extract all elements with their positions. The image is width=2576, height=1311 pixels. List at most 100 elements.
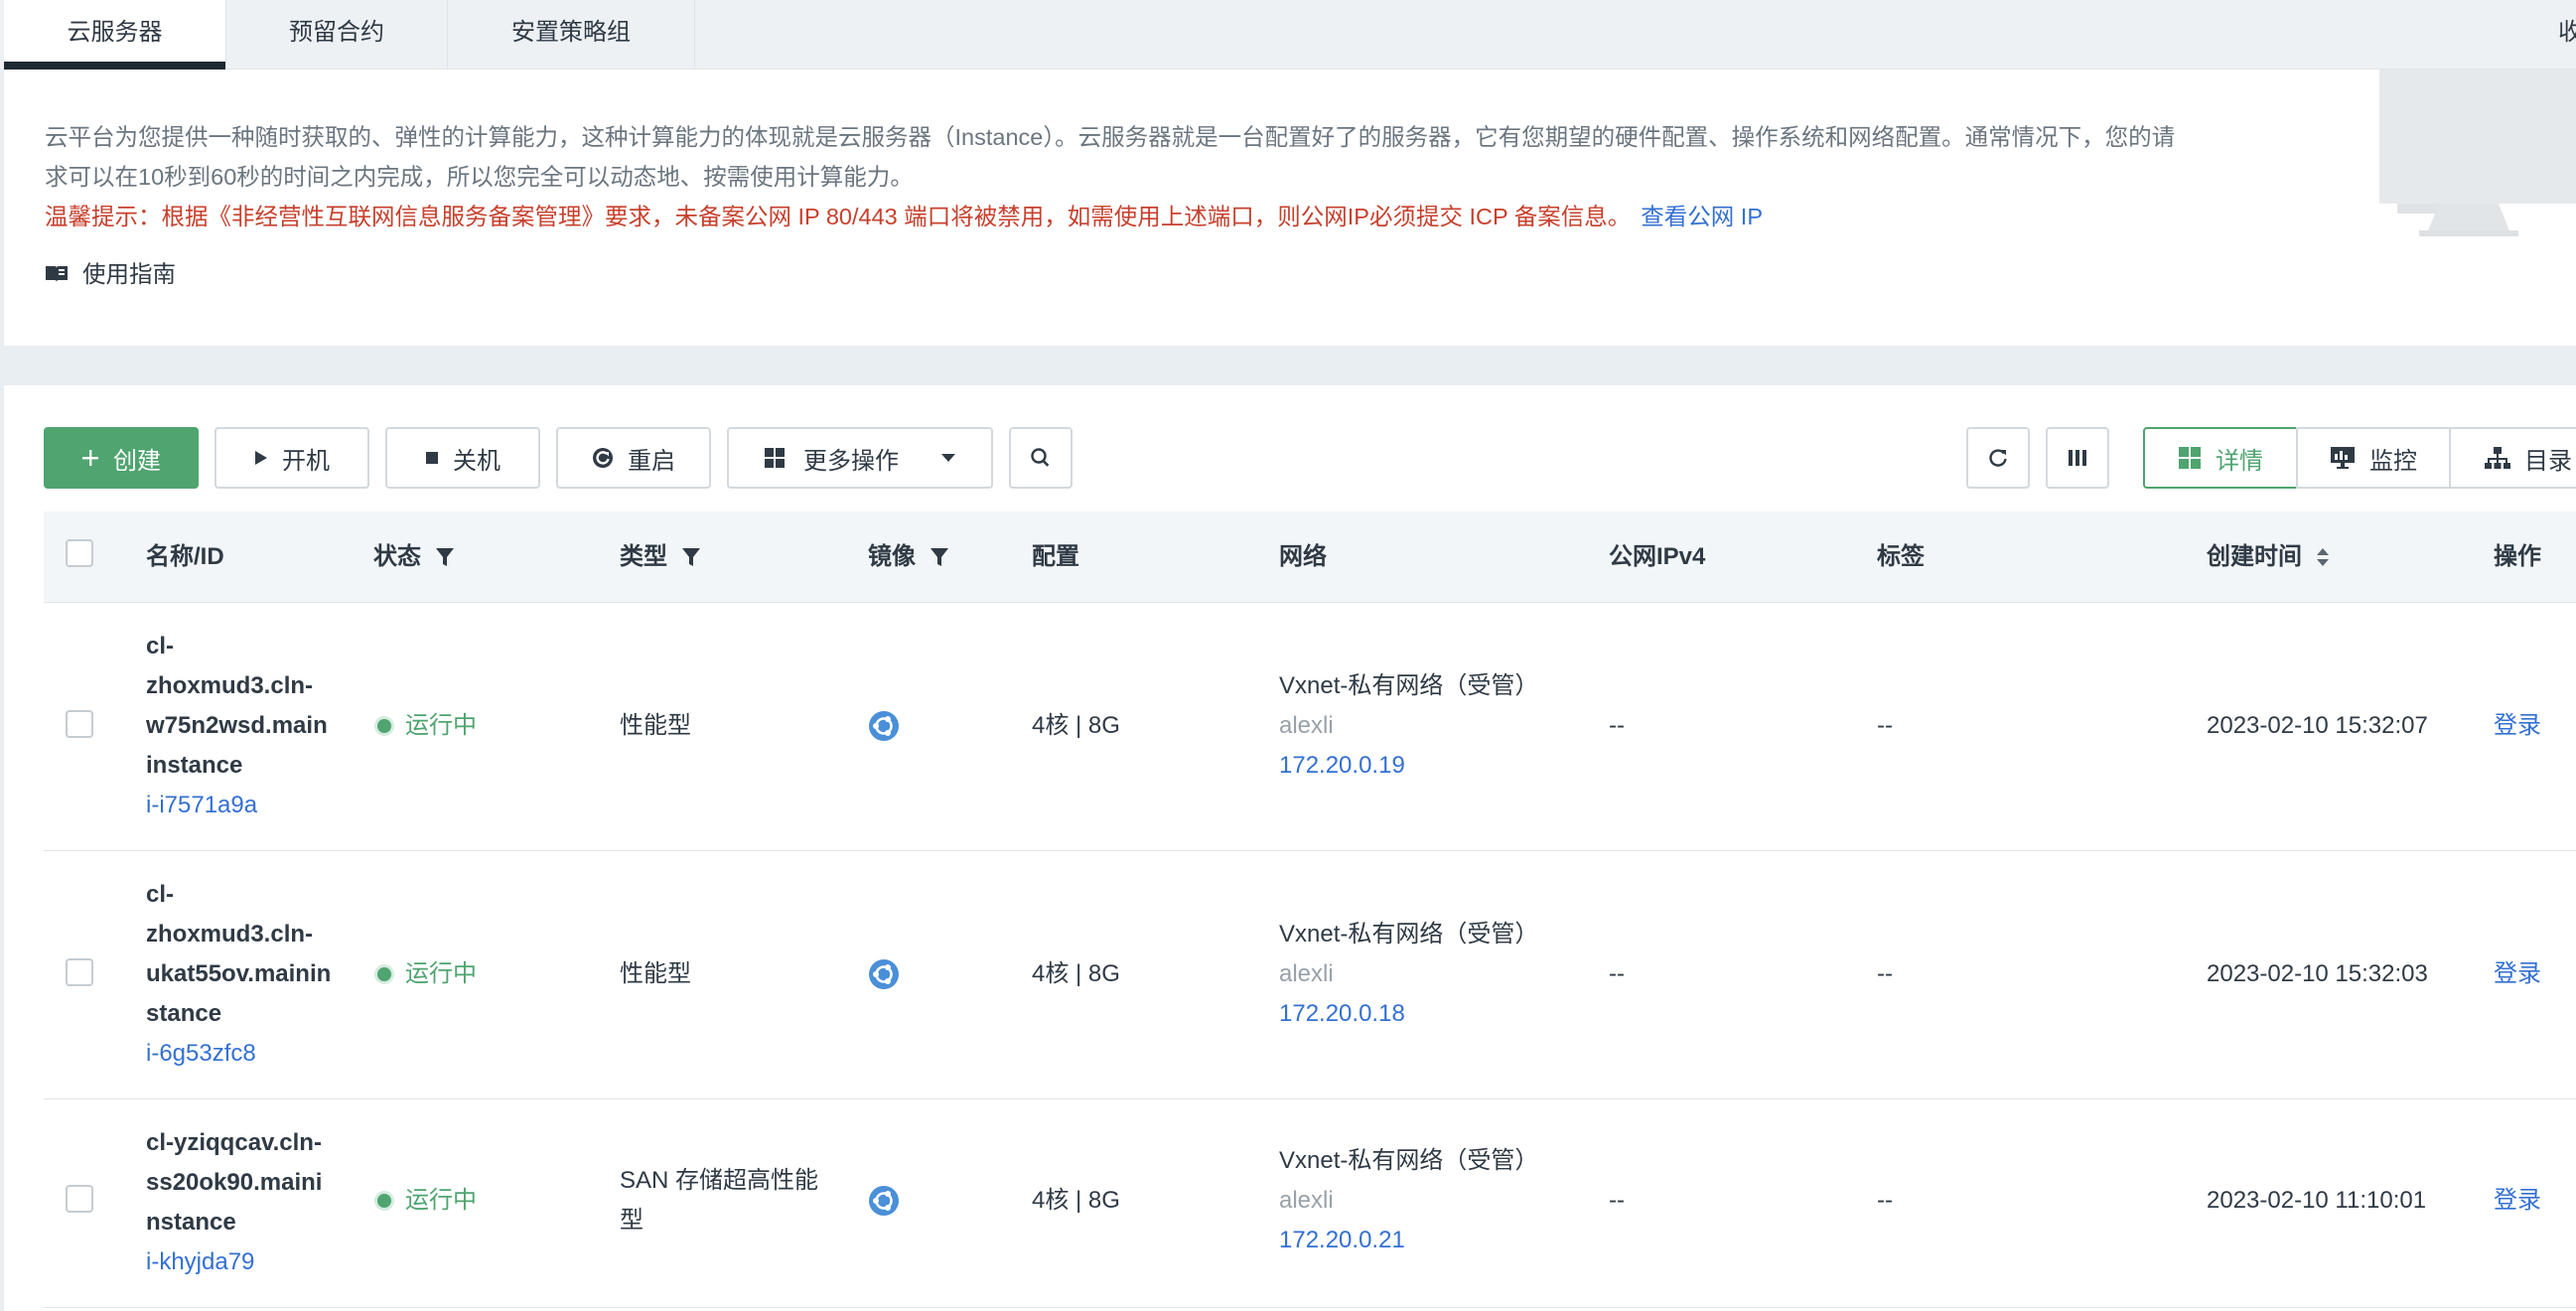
column-header-status: 状态 [373, 511, 455, 603]
tags-cell: -- [1877, 712, 1893, 739]
filter-icon[interactable] [930, 546, 949, 568]
filter-icon[interactable] [681, 546, 701, 568]
sort-icon[interactable] [2316, 546, 2330, 568]
more-actions-dropdown[interactable]: 更多操作 [727, 427, 993, 489]
status-text: 运行中 [405, 712, 477, 739]
instance-id-link[interactable]: i-6g53zfc8 [146, 1034, 331, 1074]
column-header-actions: 操作 [2494, 511, 2541, 603]
intro-description: 云平台为您提供一种随时获取的、弹性的计算能力，这种计算能力的体现就是云服务器（I… [45, 117, 2259, 197]
instance-name[interactable]: cl-yziqqcav.cln- ss20ok90.maini nstance [146, 1123, 322, 1242]
status-text: 运行中 [405, 960, 477, 987]
instance-name-cell: cl- zhoxmud3.cln- w75n2wsd.main instance… [146, 627, 328, 825]
refresh-button[interactable] [1966, 427, 2030, 489]
tab-label: 预留合约 [289, 19, 384, 46]
intro-desc-line: 云平台为您提供一种随时获取的、弹性的计算能力，这种计算能力的体现就是云服务器（I… [45, 124, 2176, 150]
row-checkbox[interactable] [66, 1185, 93, 1213]
collapse-toggle[interactable]: 收 [2558, 0, 2576, 68]
status-cell: 运行中 [377, 706, 477, 746]
ipv4-cell: -- [1609, 712, 1625, 739]
monitor-view-button[interactable]: 监控 [2296, 427, 2451, 489]
search-button[interactable] [1009, 427, 1073, 489]
instance-id-link[interactable]: i-i7571a9a [146, 786, 328, 825]
column-header-label: 操作 [2494, 543, 2541, 570]
config-cell: 4核 | 8G [1032, 712, 1120, 739]
tab-cloud-servers[interactable]: 云服务器 [4, 0, 226, 70]
config-cell: 4核 | 8G [1032, 960, 1120, 987]
instance-name[interactable]: cl- zhoxmud3.cln- w75n2wsd.main instance [146, 627, 328, 786]
image-cell [868, 954, 900, 994]
column-header-label: 标签 [1877, 543, 1925, 570]
usage-guide-link[interactable]: 使用指南 [45, 254, 176, 294]
book-icon [46, 266, 68, 282]
ipv4-cell: -- [1609, 1187, 1625, 1214]
start-button[interactable]: 开机 [215, 427, 369, 489]
image-cell [868, 706, 900, 746]
config-cell: 4核 | 8G [1032, 1187, 1120, 1214]
column-header-label: 镜像 [868, 543, 916, 570]
private-ip-link[interactable]: 172.20.0.19 [1279, 746, 1538, 786]
network-user: alexli [1279, 1187, 1334, 1214]
play-icon [254, 450, 268, 466]
ubuntu-os-icon[interactable] [868, 958, 900, 990]
restart-icon [592, 447, 614, 469]
restart-button[interactable]: 重启 [556, 427, 711, 489]
network-name: Vxnet-私有网络（受管） [1279, 672, 1539, 699]
running-status-dot [377, 967, 391, 981]
restart-button-label: 重启 [628, 447, 675, 475]
tags-cell: -- [1877, 1187, 1893, 1214]
tags-cell: -- [1877, 960, 1893, 987]
created-time-cell: 2023-02-10 11:10:01 [2207, 1187, 2427, 1214]
network-cell: Vxnet-私有网络（受管） alexli 172.20.0.21 [1279, 1141, 1538, 1260]
more-actions-label: 更多操作 [803, 447, 899, 475]
type-cell: SAN 存储超高性能 型 [620, 1161, 818, 1240]
row-checkbox[interactable] [66, 958, 93, 986]
create-button[interactable]: 创建 [44, 427, 199, 489]
columns-icon [2068, 448, 2087, 468]
column-header-created[interactable]: 创建时间 [2207, 511, 2330, 603]
sitemap-icon [2485, 446, 2510, 470]
type-cell: 性能型 [620, 712, 691, 739]
catalog-view-button[interactable]: 目录 [2449, 427, 2576, 489]
instance-name[interactable]: cl- zhoxmud3.cln- ukat55ov.mainin stance [146, 875, 331, 1034]
running-status-dot [377, 719, 391, 733]
instance-name-cell: cl-yziqqcav.cln- ss20ok90.maini nstance … [146, 1123, 322, 1282]
ubuntu-os-icon[interactable] [868, 1185, 900, 1217]
column-header-type: 类型 [620, 511, 701, 603]
tab-placement-groups[interactable]: 安置策略组 [448, 0, 695, 68]
caret-down-icon [940, 453, 956, 463]
view-public-ip-link[interactable]: 查看公网 IP [1641, 204, 1763, 229]
column-settings-button[interactable] [2046, 427, 2109, 489]
private-ip-link[interactable]: 172.20.0.21 [1279, 1221, 1538, 1260]
running-status-dot [377, 1194, 391, 1208]
private-ip-link[interactable]: 172.20.0.18 [1279, 994, 1538, 1034]
login-link[interactable]: 登录 [2494, 954, 2541, 994]
refresh-icon [1987, 447, 2009, 469]
created-time-cell: 2023-02-10 15:32:03 [2207, 960, 2428, 987]
ubuntu-os-icon[interactable] [868, 710, 900, 742]
status-cell: 运行中 [377, 1181, 477, 1221]
search-icon [1030, 447, 1052, 469]
stop-button[interactable]: 关机 [385, 427, 540, 489]
row-checkbox[interactable] [66, 710, 93, 738]
column-header-name: 名称/ID [146, 511, 224, 603]
instance-id-link[interactable]: i-khyjda79 [146, 1242, 322, 1282]
network-cell: Vxnet-私有网络（受管） alexli 172.20.0.19 [1279, 666, 1538, 786]
catalog-view-label: 目录 [2524, 447, 2572, 475]
table-row: cl- zhoxmud3.cln- ukat55ov.mainin stance… [44, 851, 2576, 1099]
network-name: Vxnet-私有网络（受管） [1279, 1147, 1539, 1174]
filter-icon[interactable] [435, 546, 455, 568]
select-all-checkbox[interactable] [66, 539, 93, 567]
image-cell [868, 1181, 900, 1221]
instance-name-cell: cl- zhoxmud3.cln- ukat55ov.mainin stance… [146, 875, 331, 1074]
grid-icon [764, 447, 786, 469]
active-tab-indicator [4, 62, 225, 70]
login-link[interactable]: 登录 [2494, 1181, 2541, 1221]
details-view-button[interactable]: 详情 [2143, 427, 2298, 489]
monitor-chart-icon [2330, 446, 2356, 470]
tab-reserved-contracts[interactable]: 预留合约 [226, 0, 448, 68]
ipv4-cell: -- [1609, 960, 1625, 987]
icp-warning: 温馨提示：根据《非经营性互联网信息服务备案管理》要求，未备案公网 IP 80/4… [45, 197, 1763, 236]
login-link[interactable]: 登录 [2494, 706, 2541, 746]
status-text: 运行中 [405, 1187, 477, 1214]
created-time-cell: 2023-02-10 15:32:07 [2207, 712, 2428, 739]
